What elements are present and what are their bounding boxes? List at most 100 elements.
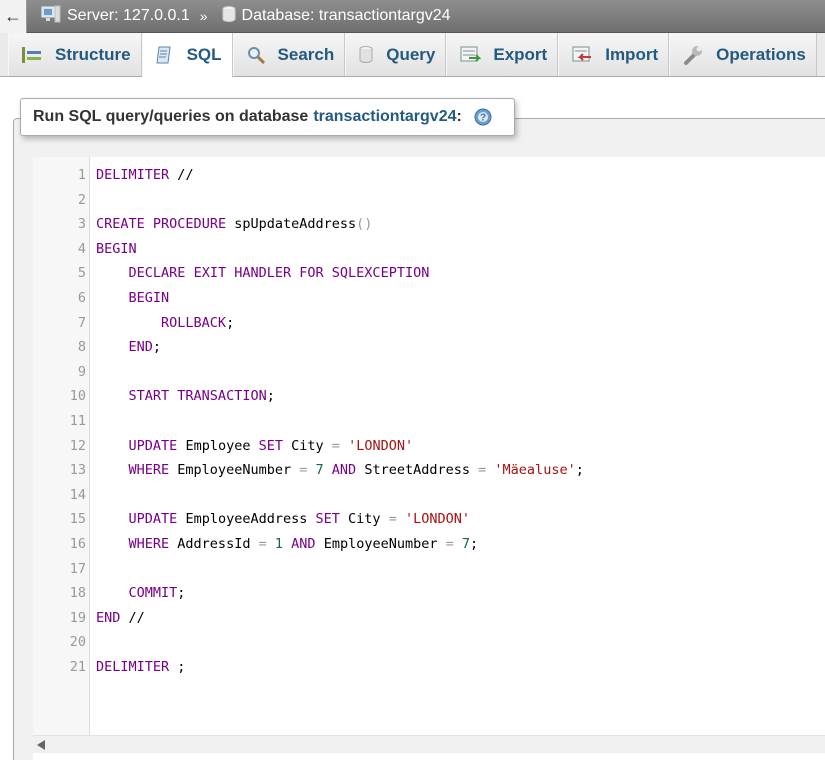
code-text: END; [96, 335, 162, 360]
code-identifier: EmployeeAddress [185, 511, 308, 528]
code-line[interactable]: 3 CREATE PROCEDURE spUpdateAddress() [33, 212, 825, 237]
code-line[interactable]: 21 DELIMITER ; [33, 655, 825, 680]
tab-label: SQL [186, 45, 222, 64]
code-line[interactable]: 10 START TRANSACTION; [33, 384, 825, 409]
code-line[interactable]: 20 [33, 630, 825, 655]
code-keyword: DELIMITER [96, 658, 170, 675]
tab-sql[interactable]: SQL [141, 33, 233, 78]
code-keyword: SET [258, 437, 283, 454]
export-icon [459, 45, 482, 65]
code-operator: = [445, 535, 454, 552]
sql-code-editor[interactable]: 1 DELIMITER // 2 3 CREATE PROCEDURE spUpdate… [33, 157, 825, 760]
code-keyword: FOR [299, 265, 324, 282]
legend-text: Run SQL query/queries on database [33, 108, 309, 125]
help-icon[interactable]: ? [474, 108, 492, 126]
server-label: Server: 127.0.0.1 [67, 7, 190, 24]
tab-operations[interactable]: Operations [669, 33, 817, 76]
code-lines[interactable]: 1 DELIMITER // 2 3 CREATE PROCEDURE spUpdate… [33, 163, 825, 679]
code-identifier: Employee [185, 437, 251, 454]
back-arrow-icon[interactable]: ← [0, 0, 27, 33]
code-line[interactable]: 4 BEGIN [33, 237, 825, 262]
line-number: 18 [69, 585, 86, 602]
code-line[interactable]: 9 [33, 360, 825, 385]
sql-panel-legend: Run SQL query/queries on database transa… [20, 98, 515, 136]
tab-bar: Structure SQL Search Query Export Import… [0, 33, 825, 78]
search-icon [246, 45, 266, 65]
code-line[interactable]: 2 [33, 188, 825, 213]
tab-search[interactable]: Search [232, 33, 346, 76]
code-line[interactable]: 17 [33, 557, 825, 582]
breadcrumb-separator: » [199, 8, 208, 24]
code-keyword: BEGIN [128, 289, 170, 306]
horizontal-scrollbar[interactable] [33, 735, 825, 753]
tab-export[interactable]: Export [446, 33, 559, 76]
tab-structure[interactable]: Structure [8, 33, 142, 76]
tab-label: Query [386, 44, 436, 64]
line-number: 2 [77, 191, 86, 208]
code-number: 7 [461, 535, 471, 552]
code-line[interactable]: 1 DELIMITER // [33, 163, 825, 188]
code-keyword: ROLLBACK [161, 314, 227, 331]
code-identifier: City [348, 511, 381, 528]
code-text: BEGIN [96, 237, 137, 262]
code-text: COMMIT; [96, 581, 186, 606]
code-line[interactable]: 18 COMMIT; [33, 581, 825, 606]
code-token: ; [575, 462, 584, 479]
code-operator: = [258, 535, 267, 552]
code-text: WHERE EmployeeNumber = 7 AND StreetAddre… [96, 458, 584, 483]
code-keyword: TRANSACTION [177, 388, 267, 405]
tab-query[interactable]: Query [345, 33, 447, 76]
line-number: 5 [77, 265, 86, 282]
code-identifier: spUpdateAddress [234, 216, 357, 233]
code-line[interactable]: 14 [33, 483, 825, 508]
code-text: END // [96, 606, 145, 631]
code-line[interactable]: 15 UPDATE EmployeeAddress SET City = 'LO… [33, 507, 825, 532]
tab-label: Search [277, 44, 335, 64]
code-keyword: DECLARE [128, 265, 186, 282]
code-line[interactable]: 8 END; [33, 335, 825, 360]
code-line[interactable]: 13 WHERE EmployeeNumber = 7 AND StreetAd… [33, 458, 825, 483]
breadcrumb-bar: ← Server: 127.0.0.1 » Database: transact… [0, 0, 825, 33]
sql-icon [155, 45, 175, 65]
wrench-icon [682, 44, 704, 66]
code-line[interactable]: 11 [33, 409, 825, 434]
scroll-left-arrow-icon[interactable] [37, 740, 45, 750]
code-keyword: WHERE [128, 462, 170, 479]
breadcrumb-server[interactable]: Server: 127.0.0.1 [41, 5, 190, 28]
code-text: DELIMITER ; [96, 655, 185, 680]
code-line[interactable]: 12 UPDATE Employee SET City = 'LONDON' [33, 434, 825, 459]
breadcrumb-database[interactable]: Database: transactiontargv24 [222, 5, 451, 28]
database-label: Database: transactiontargv24 [241, 7, 451, 24]
code-keyword: COMMIT [128, 585, 178, 602]
line-number: 1 [77, 167, 86, 183]
code-line[interactable]: 7 ROLLBACK; [33, 311, 825, 336]
line-number: 15 [69, 511, 86, 528]
code-number: 7 [315, 462, 324, 479]
code-line[interactable]: 16 WHERE AddressId = 1 AND EmployeeNumbe… [33, 532, 825, 557]
code-line[interactable]: 19 END // [33, 606, 825, 631]
code-line[interactable]: 5 DECLARE EXIT HANDLER FOR SQLEXCEPTION [33, 261, 825, 286]
code-line[interactable]: 6 BEGIN [33, 286, 825, 311]
tab-import[interactable]: Import [558, 33, 670, 76]
code-number: 1 [274, 535, 284, 552]
code-text: BEGIN [96, 286, 170, 311]
code-operator: = [331, 437, 340, 454]
legend-database-link[interactable]: transactiontargv24 [313, 108, 456, 126]
code-identifier: City [291, 437, 324, 454]
